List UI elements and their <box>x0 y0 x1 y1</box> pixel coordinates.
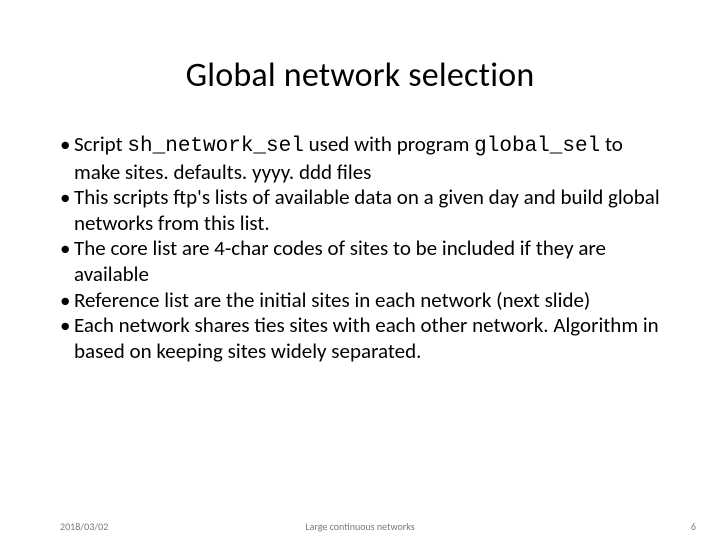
footer-page-number: 6 <box>691 520 696 533</box>
code-run: sh_network_sel <box>127 135 303 158</box>
list-item: Reference list are the initial sites in … <box>60 288 660 314</box>
text-run: Each network shares ties sites with each… <box>74 312 659 364</box>
list-item: Script sh_network_sel used with program … <box>60 132 660 185</box>
slide: Global network selection Script sh_netwo… <box>0 0 720 540</box>
list-item: This scripts ftp's lists of available da… <box>60 185 660 236</box>
text-run: Reference list are the initial sites in … <box>74 287 590 313</box>
list-item: Each network shares ties sites with each… <box>60 313 660 364</box>
footer-center: Large continuous networks <box>0 520 720 533</box>
code-run: global_sel <box>474 135 600 158</box>
list-item: The core list are 4-char codes of sites … <box>60 236 660 287</box>
text-run: used with program <box>304 131 474 157</box>
text-run: The core list are 4-char codes of sites … <box>74 235 606 287</box>
slide-title: Global network selection <box>60 55 660 96</box>
text-run: This scripts ftp's lists of available da… <box>74 184 660 236</box>
text-run: Script <box>74 131 127 157</box>
bullet-list: Script sh_network_sel used with program … <box>60 132 660 364</box>
